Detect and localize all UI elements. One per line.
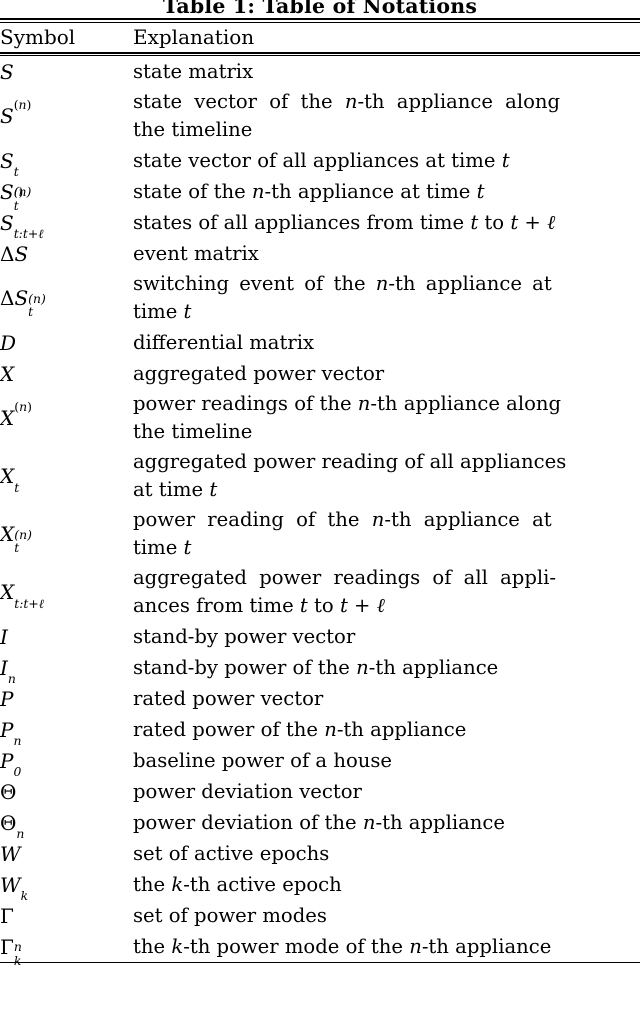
explanation-cell: baseline power of a house xyxy=(133,748,393,772)
table-row: D differential matrix xyxy=(0,327,640,358)
symbol-cell: X xyxy=(0,361,15,386)
explanation-cell: state vector of all appliances at time t xyxy=(133,148,510,172)
symbol-cell: Θ xyxy=(0,779,17,804)
table-row: S() (n) t state of the n-th appliance at t… xyxy=(0,176,640,213)
symbol-cell: St xyxy=(0,148,19,180)
symbol-cell: S xyxy=(0,59,14,84)
symbol-cell: St:t+ℓ xyxy=(0,210,44,242)
symbol-cell: Γnk xyxy=(0,934,22,968)
symbol-cell: S(n) xyxy=(0,96,32,129)
table-row: Wk the k-th active epoch xyxy=(0,869,640,904)
explanation-cell: rated power of the n-th appliance xyxy=(133,717,467,741)
table-page: Table 1: Table of Notations Symbol Expla… xyxy=(0,0,640,1030)
explanation-cell: power deviation vector xyxy=(133,779,362,803)
table-row: ΔS (n) t switching event of the n-th appli… xyxy=(0,269,640,327)
table-caption: Table 1: Table of Notations xyxy=(162,0,478,18)
explanation-cell: the k-th active epoch xyxy=(133,872,342,896)
explanation-cell: the k-th power mode of the n-th applianc… xyxy=(133,934,552,958)
explanation-cell: power reading of the n-th appliance at t… xyxy=(133,508,552,560)
table-header-row: Symbol Explanation xyxy=(0,23,640,52)
symbol-cell: X(n) xyxy=(0,398,32,431)
table-row: St state vector of all appliances at tim… xyxy=(0,145,640,180)
symbol-cell: Wk xyxy=(0,872,29,904)
symbol-cell: X (n) t xyxy=(0,522,32,556)
symbol-cell: ΔS (n) t xyxy=(0,286,46,320)
explanation-cell: power readings of the n-th appliance alo… xyxy=(133,392,562,444)
notations-body: S state matrix S(n) state vector of the … xyxy=(0,56,640,968)
symbol-cell: Θn xyxy=(0,810,25,842)
table-row: P rated power vector xyxy=(0,683,640,714)
symbol-cell: P0 xyxy=(0,748,22,780)
table-row: X aggregated power vector xyxy=(0,358,640,389)
explanation-cell: state vector of the n-th appliance along… xyxy=(133,90,561,142)
table-row: Θ power deviation vector xyxy=(0,776,640,807)
explanation-cell: power deviation of the n-th appliance xyxy=(133,810,505,834)
table-row: In stand-by power of the n-th appliance xyxy=(0,652,640,687)
table-row: W set of active epochs xyxy=(0,838,640,869)
table-row: St:t+ℓ states of all appliances from tim… xyxy=(0,207,640,242)
symbol-cell: ΔS xyxy=(0,241,29,266)
symbol-cell: Xt xyxy=(0,464,20,495)
symbol-cell: Γ xyxy=(0,903,14,928)
table-row: Γnk the k-th power mode of the n-th appl… xyxy=(0,931,640,968)
symbol-cell: Xt:t+ℓ xyxy=(0,580,44,611)
column-header-explanation: Explanation xyxy=(133,24,255,49)
symbol-cell: W xyxy=(0,841,21,866)
table-row: Xt aggregated power reading of all appli… xyxy=(0,447,640,505)
explanation-cell: set of active epochs xyxy=(133,841,330,865)
explanation-cell: stand-by power of the n-th appliance xyxy=(133,655,499,679)
table-row: Γ set of power modes xyxy=(0,900,640,931)
explanation-cell: set of power modes xyxy=(133,903,327,927)
symbol-cell: S() (n) t xyxy=(0,179,32,213)
explanation-cell: state of the n-th appliance at time t xyxy=(133,179,485,203)
explanation-cell: differential matrix xyxy=(133,330,315,354)
symbol-cell: D xyxy=(0,330,17,355)
notations-table: Symbol Explanation xyxy=(0,23,640,52)
explanation-cell: state matrix xyxy=(133,59,254,83)
explanation-cell: aggregated power reading of all applianc… xyxy=(133,450,567,502)
table-row: S(n) state vector of the n-th appliance … xyxy=(0,87,640,145)
explanation-cell: event matrix xyxy=(133,241,259,265)
bottom-rule xyxy=(0,962,640,964)
table-row: S state matrix xyxy=(0,56,640,87)
explanation-cell: states of all appliances from time t to … xyxy=(133,210,556,234)
table-row: X(n) power readings of the n-th applianc… xyxy=(0,389,640,447)
explanation-cell: aggregated power vector xyxy=(133,361,385,385)
symbol-cell: Pn xyxy=(0,717,22,749)
symbol-cell: I xyxy=(0,624,8,649)
explanation-cell: stand-by power vector xyxy=(133,624,356,648)
explanation-cell: rated power vector xyxy=(133,686,324,710)
column-header-symbol: Symbol xyxy=(0,24,76,49)
table-row: P0 baseline power of a house xyxy=(0,745,640,780)
explanation-cell: switching event of the n-th appliance at… xyxy=(133,272,552,324)
table-row: Pn rated power of the n-th appliance xyxy=(0,714,640,749)
symbol-cell: In xyxy=(0,655,16,687)
table-row: Θn power deviation of the n-th appliance xyxy=(0,807,640,842)
table-row: Xt:t+ℓ aggregated power readings of all … xyxy=(0,563,640,621)
symbol-cell: P xyxy=(0,686,14,711)
explanation-cell: aggregated power readings of all appli- … xyxy=(133,566,557,618)
table-row: ΔS event matrix xyxy=(0,238,640,269)
table-row: I stand-by power vector xyxy=(0,621,640,652)
table-row: X (n) t power reading of the n-th applianc… xyxy=(0,505,640,563)
